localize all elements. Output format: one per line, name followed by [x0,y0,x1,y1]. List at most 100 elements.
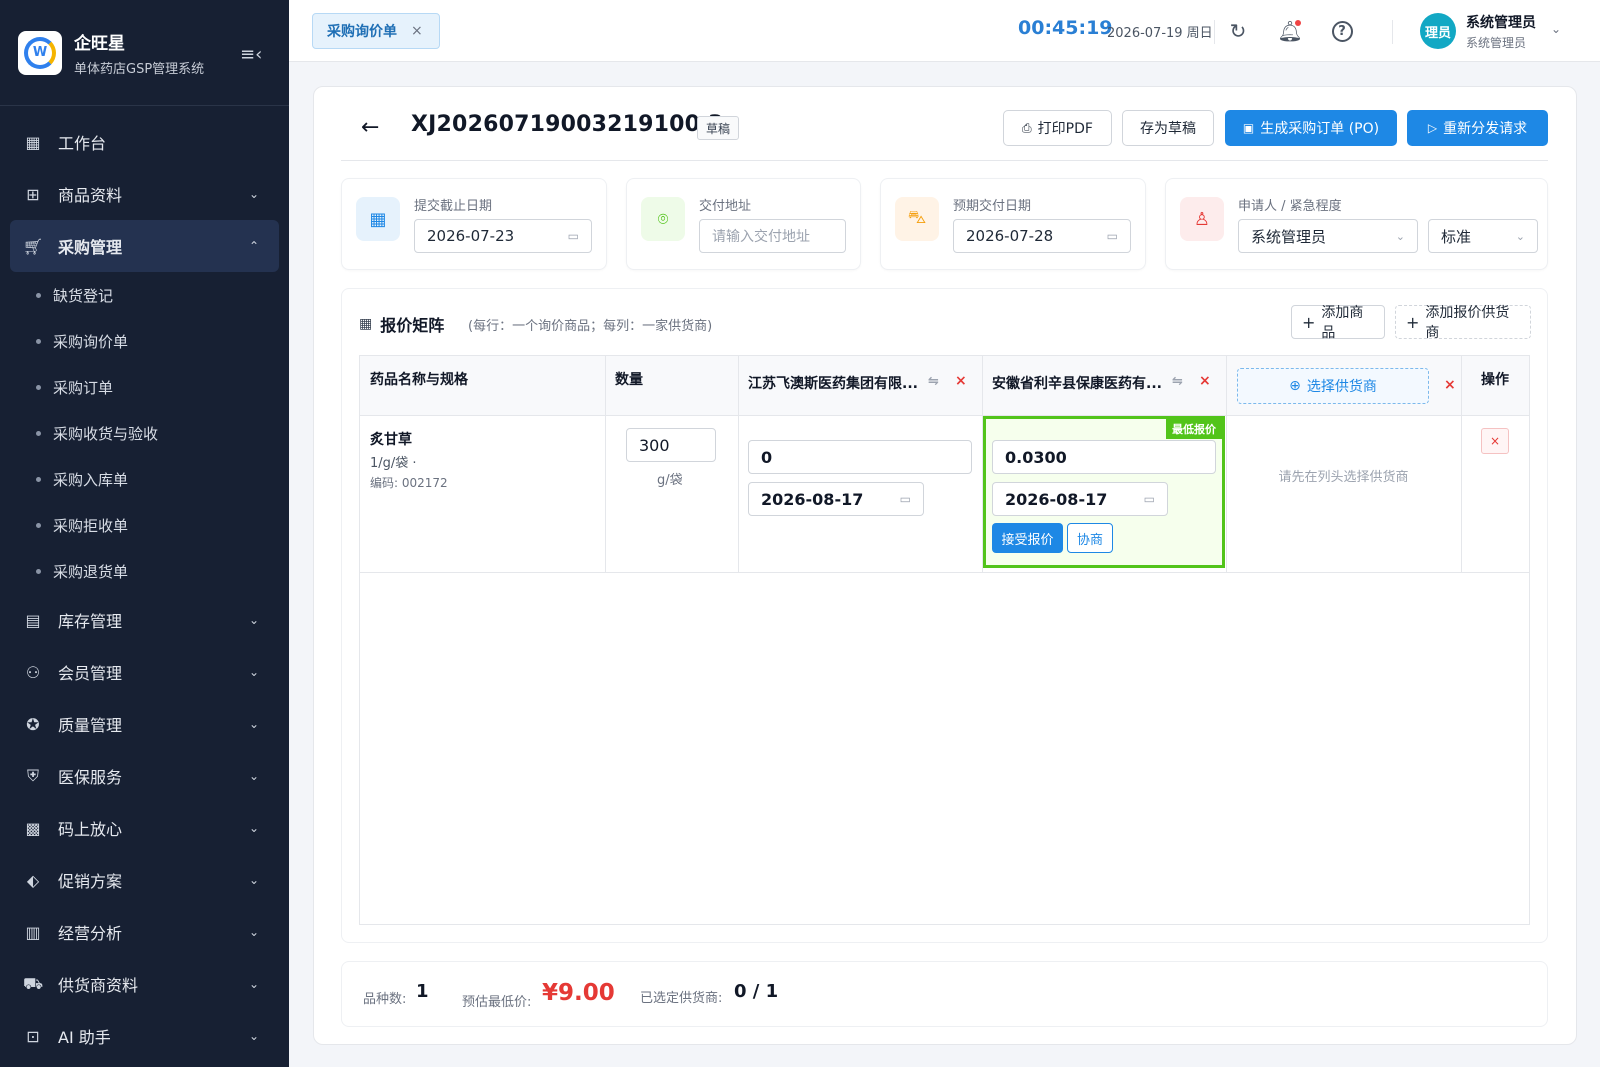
truck-icon: ⛟ [22,973,44,993]
accept-quote-button[interactable]: 接受报价 [992,523,1063,553]
sidebar-sub-stock-in[interactable]: 采购入库单 [0,456,289,502]
sidebar-sub-shortage[interactable]: 缺货登记 [0,272,289,318]
print-pdf-button[interactable]: ⎙ 打印PDF [1003,110,1112,146]
sidebar-item-suppliers[interactable]: ⛟ 供货商资料 ⌄ [0,958,289,1010]
side-menu: ▦ 工作台 ⊞ 商品资料 ⌄ 🛒︎ 采购管理 ⌃ 缺货登记 采购询价单 采购订单 采购收货… [0,116,289,1062]
calendar-icon: ▭ [567,229,579,243]
sidebar-item-members[interactable]: ⚇ 会员管理 ⌄ [0,646,289,698]
sidebar-item-analytics[interactable]: ▥ 经营分析 ⌄ [0,906,289,958]
requester-card: ♙ 申请人 / 紧急程度 系统管理员 ⌄ 标准 ⌄ [1165,178,1548,270]
calendar-icon: ▭ [899,492,911,506]
sidebar-item-products[interactable]: ⊞ 商品资料 ⌄ [0,168,289,220]
chevron-down-icon: ⌄ [1395,229,1405,243]
address-input[interactable]: 请输入交付地址 [699,219,846,253]
select-supplier-button[interactable]: ⊕ 选择供货商 [1237,368,1429,404]
calendar-icon: ▭ [1143,492,1155,506]
sidebar-item-dashboard[interactable]: ▦ 工作台 [0,116,289,168]
sidebar-item-insurance[interactable]: ⛨ 医保服务 ⌄ [0,750,289,802]
chevron-down-icon: ⌄ [248,821,259,835]
tab-inquiry[interactable]: 采购询价单 × [312,13,440,49]
user-name[interactable]: 系统管理员 [1466,12,1536,32]
sidebar-sub-reject[interactable]: 采购拒收单 [0,502,289,548]
address-card: ⌾ 交付地址 请输入交付地址 [626,178,861,270]
lowest-price-value: ¥9.00 [542,980,615,1006]
qty-input[interactable]: 300 [626,428,716,462]
supplier-2-date-input[interactable]: 2026-08-17 ▭ [992,482,1168,516]
chevron-down-icon: ⌄ [248,665,259,679]
deadline-date-input[interactable]: 2026-07-23 ▭ [414,219,592,253]
chevron-down-icon[interactable]: ⌄ [1551,22,1561,36]
chevron-down-icon: ⌄ [248,717,259,731]
sidebar-sub-order[interactable]: 采购订单 [0,364,289,410]
requester-select[interactable]: 系统管理员 ⌄ [1238,219,1418,253]
urgency-select[interactable]: 标准 ⌄ [1428,219,1538,253]
delete-row-button[interactable]: × [1481,428,1509,454]
matrix-title: ▦ 报价矩阵 [359,316,445,335]
supplier-1-price-input[interactable]: 0 [748,440,972,474]
resend-request-button[interactable]: ▷ 重新分发请求 [1407,110,1548,146]
logo-icon: W [18,30,62,75]
generate-po-button[interactable]: ▣ 生成采购订单 (PO) [1225,110,1397,146]
tag-icon: ⬖ [26,870,40,890]
col-header-action: 操作 [1461,356,1529,416]
supplier-1-date-input[interactable]: 2026-08-17 ▭ [748,482,924,516]
refresh-icon[interactable]: ↻ [1226,19,1250,43]
chevron-down-icon: ⌄ [248,925,259,939]
product-code: 编码: 002172 [370,476,448,490]
empty-supplier-hint: 请先在列头选择供货商 [1278,470,1409,485]
close-tab-icon[interactable]: × [411,23,423,39]
sidebar-sub-receiving[interactable]: 采购收货与验收 [0,410,289,456]
sidebar: W 企旺星 单体药店GSP管理系统 ≡‹ ▦ 工作台 ⊞ 商品资料 ⌄ 🛒︎ 采购管理 ⌃… [0,0,289,1067]
calendar-icon: ▭ [1106,229,1118,243]
help-icon[interactable]: ? [1330,19,1354,43]
chevron-down-icon: ⌄ [248,187,259,201]
selected-suppliers-label: 已选定供货商: [640,991,723,1006]
sidebar-item-purchase[interactable]: 🛒︎ 采购管理 ⌃ [10,220,279,272]
variety-value: 1 [416,981,429,1002]
robot-icon: ⊡ [26,1026,40,1046]
cart-icon: 🛒︎ [22,236,44,256]
expected-date-input[interactable]: 2026-07-28 ▭ [953,219,1131,253]
sidebar-item-ai[interactable]: ⊡ AI 助手 ⌄ [0,1010,289,1062]
summary-footer: 品种数: 1 预估最低价: ¥9.00 已选定供货商: 0 / 1 [341,961,1548,1027]
product-icon: ⊞ [26,184,40,204]
avatar[interactable]: 理员 [1420,13,1456,49]
chart-icon: ▥ [25,922,41,942]
sidebar-sub-inquiry[interactable]: 采购询价单 [0,318,289,364]
chevron-up-icon: ⌃ [248,239,259,253]
sidebar-sub-return[interactable]: 采购退货单 [0,548,289,594]
plus-icon: + [1406,312,1420,332]
add-supplier-button[interactable]: + 添加报价供货商 [1395,305,1531,341]
send-icon: ▷ [1427,121,1438,135]
swap-icon[interactable]: ⇋ [928,374,939,389]
collapse-menu-icon[interactable]: ≡‹ [240,44,262,65]
bell-icon[interactable]: 🔔︎ [1277,19,1302,43]
remove-supplier-icon[interactable]: × [1199,373,1211,389]
quote-matrix-table: 药品名称与规格 数量 江苏飞澳斯医药集团有限... ⇋ × 安徽省利辛县保康医药… [359,355,1530,925]
sidebar-item-inventory[interactable]: ▤ 库存管理 ⌄ [0,594,289,646]
chevron-down-icon: ⌄ [248,873,259,887]
col-header-supplier-2: 安徽省利辛县保康医药有... ⇋ × [982,356,1226,416]
sidebar-item-qrcode[interactable]: ▩ 码上放心 ⌄ [0,802,289,854]
remove-supplier-icon[interactable]: × [955,373,967,389]
add-product-button[interactable]: + 添加商品 [1291,305,1385,341]
selected-suppliers-value: 0 / 1 [734,981,779,1002]
sidebar-item-quality[interactable]: ✪ 质量管理 ⌄ [0,698,289,750]
swap-icon[interactable]: ⇋ [1172,374,1183,389]
back-arrow-icon[interactable]: ← [361,115,379,140]
supplier-2-price-input[interactable]: 0.0300 [992,440,1216,474]
document-icon: ▣ [1242,121,1255,135]
qrcode-icon: ▩ [25,818,41,838]
clock: 00:45:19 [1018,17,1113,39]
save-draft-button[interactable]: 存为草稿 [1122,110,1214,146]
page-title: XJ20260719003219100 3 [411,112,724,137]
product-name: 炙甘草 [370,432,412,448]
product-cell: 炙甘草 1/g/袋 · 编码: 002172 [370,416,600,572]
remove-supplier-icon[interactable]: × [1444,377,1456,393]
location-icon: ⌾ [641,197,685,241]
negotiate-button[interactable]: 协商 [1067,523,1113,553]
status-badge: 草稿 [697,116,740,140]
sidebar-item-promotion[interactable]: ⬖ 促销方案 ⌄ [0,854,289,906]
lowest-price-label: 预估最低价: [462,995,532,1010]
deadline-card: ▦ 提交截止日期 2026-07-23 ▭ [341,178,607,270]
